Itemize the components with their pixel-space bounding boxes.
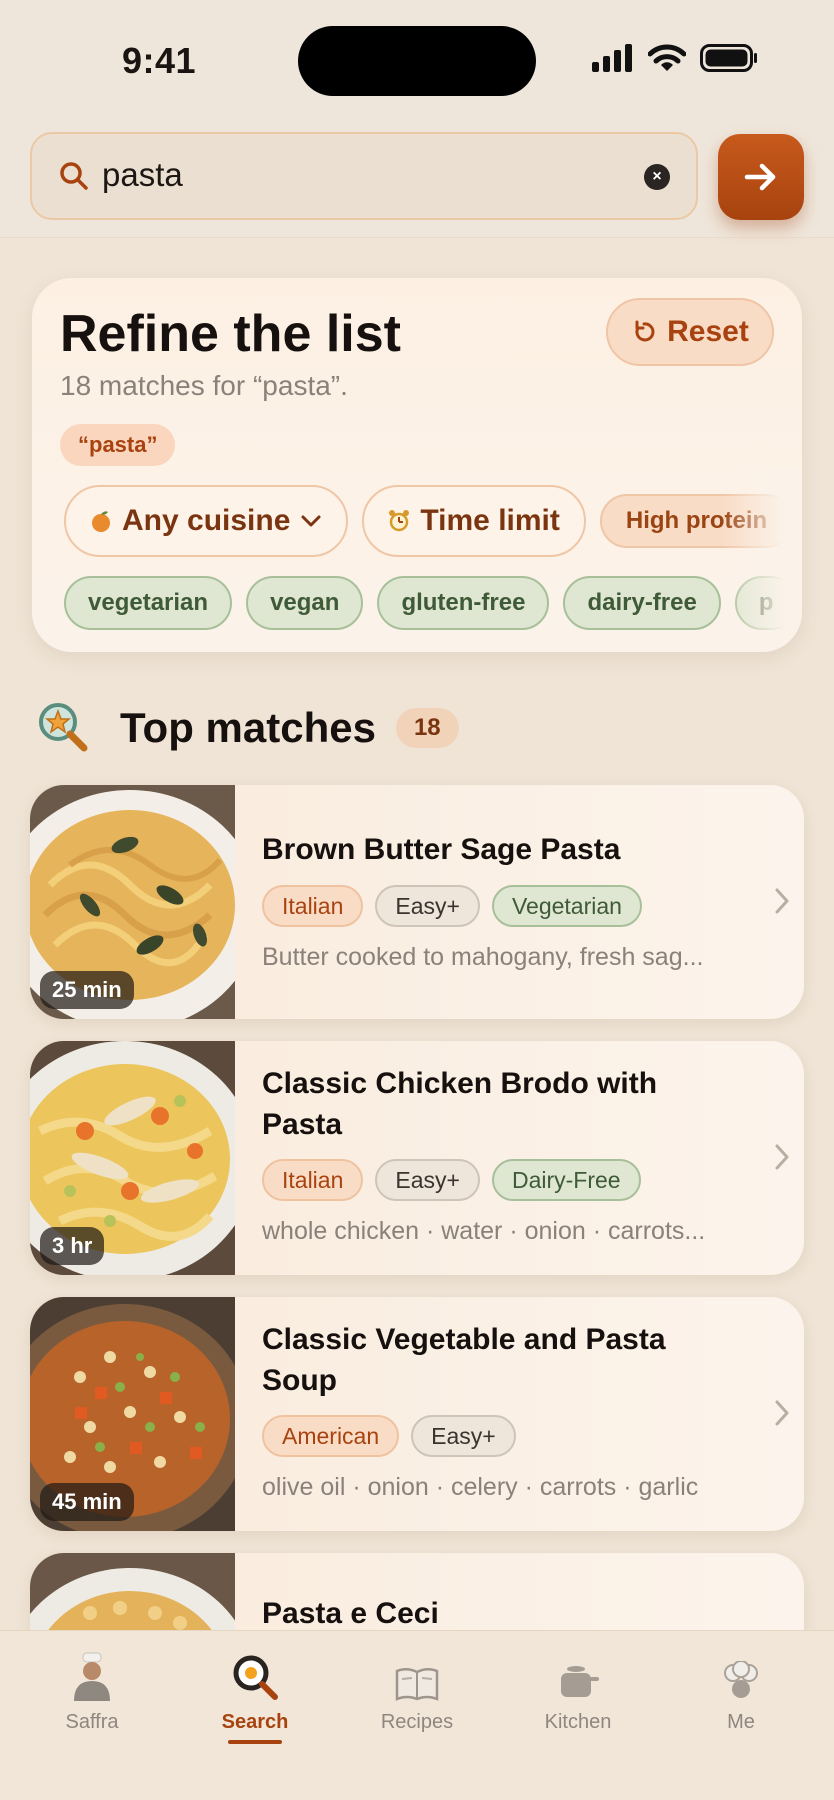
diet-chip-vegetarian[interactable]: vegetarian: [64, 576, 233, 630]
cook-time-badge: 3 hr: [40, 1227, 105, 1265]
recipe-photo: 45 min: [30, 1297, 235, 1531]
cuisine-tag: Italian: [262, 1159, 364, 1201]
alarm-clock-icon: [389, 510, 410, 532]
cuisine-filter[interactable]: Any cuisine: [64, 485, 349, 557]
recipe-title: Classic Chicken Brodo with Pasta: [262, 1067, 658, 1141]
difficulty-tag: Easy+: [411, 1415, 516, 1457]
diet-chip-row: vegetarian vegan gluten-free dairy-free …: [64, 576, 798, 630]
signal-icon: [592, 44, 632, 72]
recipe-title: Brown Butter Sage Pasta: [262, 833, 621, 866]
time-limit-filter[interactable]: Time limit: [362, 485, 586, 557]
match-count-badge: 18: [395, 708, 459, 748]
cuisine-tag: Italian: [262, 885, 364, 927]
chef-avatar-icon: [74, 1652, 110, 1701]
status-icons: [592, 44, 758, 72]
top-matches-title: Top matches: [120, 704, 376, 751]
recipe-card-brown-butter[interactable]: 25 min Brown Butter Sage Pasta Italian E…: [30, 785, 804, 1019]
tab-label: Recipes: [380, 1711, 454, 1733]
cuisine-tag: American: [262, 1415, 400, 1457]
active-tab-indicator: [228, 1740, 282, 1744]
recipe-tags: Italian Easy+ Dairy-Free: [262, 1159, 641, 1201]
cook-time-badge: 45 min: [40, 1483, 134, 1521]
search-area: pasta ×: [0, 110, 834, 238]
search-go-button[interactable]: [718, 134, 804, 220]
search-icon: [60, 162, 88, 190]
search-query[interactable]: pasta: [102, 156, 183, 194]
battery-icon: [700, 44, 757, 72]
tab-kitchen[interactable]: Kitchen: [508, 1651, 648, 1734]
tab-label: Kitchen: [544, 1711, 612, 1733]
diet-tag: Dairy-Free: [491, 1159, 641, 1201]
difficulty-tag: Easy+: [375, 885, 480, 927]
tab-search[interactable]: Search: [185, 1651, 325, 1744]
reset-icon: [635, 320, 655, 342]
refine-title: Refine the list: [60, 305, 401, 363]
recipe-tags: American Easy+: [262, 1415, 516, 1457]
search-icon: [233, 1655, 278, 1700]
recipe-description: whole chicken · water · onion · carrots.…: [262, 1217, 706, 1245]
search-input[interactable]: pasta ×: [30, 132, 698, 220]
chevron-right-icon: [775, 1144, 789, 1170]
tab-label: Saffra: [65, 1711, 119, 1733]
recipe-title: Pasta e Ceci: [262, 1597, 439, 1630]
chevron-right-icon: [775, 1400, 789, 1426]
tab-recipes[interactable]: Recipes: [347, 1651, 487, 1734]
tab-label: Me: [727, 1711, 755, 1733]
scroll-fade: [722, 468, 802, 652]
chevron-down-icon: [301, 515, 321, 527]
diet-chip-gluten-free[interactable]: gluten-free: [377, 576, 550, 630]
pot-icon: [561, 1666, 599, 1697]
chef-hat-icon: [724, 1661, 758, 1698]
tab-saffra[interactable]: Saffra: [22, 1651, 162, 1734]
book-icon: [395, 1668, 439, 1701]
time-limit-label: Time limit: [420, 504, 560, 537]
status-bar: 9:41: [0, 0, 834, 120]
recipe-photo: 25 min: [30, 785, 235, 1019]
recipe-description: Butter cooked to mahogany, fresh sag...: [262, 943, 704, 971]
difficulty-tag: Easy+: [375, 1159, 480, 1201]
orange-icon: [92, 511, 110, 532]
query-chip[interactable]: “pasta”: [60, 424, 176, 466]
tab-label: Search: [221, 1711, 289, 1733]
diet-chip-vegan[interactable]: vegan: [246, 576, 364, 630]
cuisine-filter-label: Any cuisine: [122, 504, 291, 537]
wifi-icon: [648, 44, 686, 71]
clear-search-button[interactable]: ×: [644, 164, 670, 190]
chevron-right-icon: [775, 888, 789, 914]
cook-time-badge: 25 min: [40, 971, 134, 1009]
tab-bar: Saffra Search Recipes Kitchen Me: [0, 1630, 834, 1800]
recipe-title: Classic Vegetable and Pasta Soup: [262, 1323, 666, 1397]
top-matches-header: Top matches 18: [36, 700, 459, 756]
reset-label: Reset: [667, 315, 749, 348]
dynamic-island: [298, 26, 536, 96]
recipe-photo: 3 hr: [30, 1041, 235, 1275]
diet-tag: Vegetarian: [491, 885, 642, 927]
magnifier-star-icon: [39, 703, 88, 752]
recipe-description: olive oil · onion · celery · carrots · g…: [262, 1473, 699, 1501]
recipe-tags: Italian Easy+ Vegetarian: [262, 885, 642, 927]
diet-chip-dairy-free[interactable]: dairy-free: [563, 576, 721, 630]
recipe-card-vegetable-soup[interactable]: 45 min Classic Vegetable and Pasta Soup …: [30, 1297, 804, 1531]
filter-row: Any cuisine Time limit High protein: [64, 485, 794, 557]
clock: 9:41: [122, 40, 197, 81]
refine-card: Refine the list 18 matches for “pasta”. …: [32, 278, 802, 652]
tab-me[interactable]: Me: [671, 1651, 811, 1734]
reset-button[interactable]: Reset: [606, 298, 774, 366]
recipe-card-chicken-brodo[interactable]: 3 hr Classic Chicken Brodo with Pasta It…: [30, 1041, 804, 1275]
match-summary: 18 matches for “pasta”.: [60, 370, 348, 401]
arrow-right-icon: [744, 163, 776, 191]
